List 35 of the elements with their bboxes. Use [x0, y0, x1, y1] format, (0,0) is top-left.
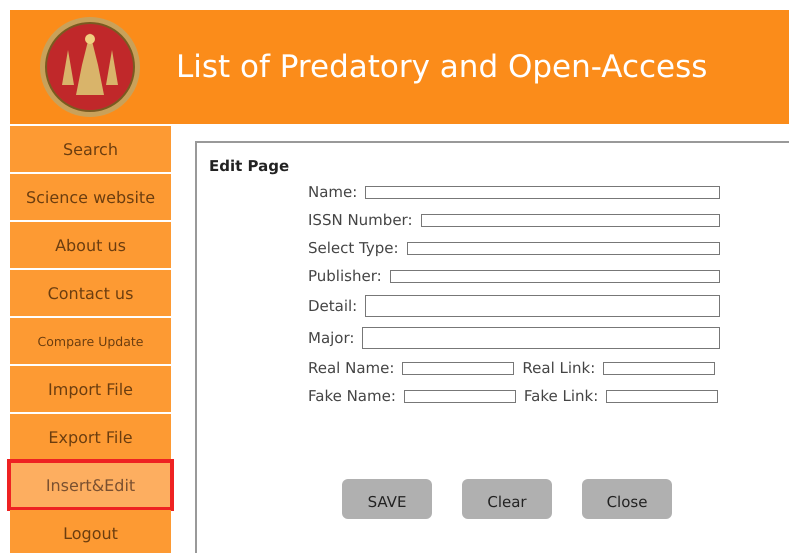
page-title: List of Predatory and Open-Access: [176, 49, 708, 85]
field-label: Fake Name:: [308, 387, 396, 405]
sidebar-item[interactable]: Insert&Edit: [10, 462, 171, 508]
field-label: Real Link:: [522, 359, 596, 377]
field-label: Detail:: [308, 297, 358, 315]
input-field[interactable]: [406, 242, 720, 254]
input-field[interactable]: [603, 362, 716, 374]
form-button[interactable]: Close: [582, 479, 672, 519]
input-field[interactable]: [420, 214, 720, 226]
input-field[interactable]: [365, 186, 720, 198]
input-field[interactable]: [362, 327, 720, 349]
seal-logo-icon: [38, 15, 142, 119]
field-label: Real Name:: [308, 359, 394, 377]
input-field[interactable]: [390, 270, 720, 282]
form-button[interactable]: Clear: [462, 479, 552, 519]
input-field[interactable]: [606, 390, 718, 402]
input-field[interactable]: [402, 362, 514, 374]
sidebar-item[interactable]: Science website: [10, 174, 171, 220]
sidebar-item[interactable]: Logout: [10, 510, 171, 553]
sidebar-item[interactable]: About us: [10, 222, 171, 268]
sidebar-item[interactable]: Contact us: [10, 270, 171, 316]
sidebar-item[interactable]: Search: [10, 126, 171, 172]
sidebar-item[interactable]: Compare Update: [10, 318, 171, 364]
form-button[interactable]: SAVE: [342, 479, 432, 519]
field-label: Major:: [308, 329, 354, 347]
field-label: Name:: [308, 183, 358, 201]
field-label: Fake Link:: [524, 387, 598, 405]
field-label: ISSN Number:: [308, 211, 413, 229]
field-label: Select Type:: [308, 239, 399, 257]
field-label: Publisher:: [308, 267, 382, 285]
sidebar-item[interactable]: Export File: [10, 414, 171, 460]
input-field[interactable]: [365, 295, 720, 317]
input-field[interactable]: [404, 390, 516, 402]
sidebar-item[interactable]: Import File: [10, 366, 171, 412]
form-title: Edit Page: [209, 157, 290, 175]
